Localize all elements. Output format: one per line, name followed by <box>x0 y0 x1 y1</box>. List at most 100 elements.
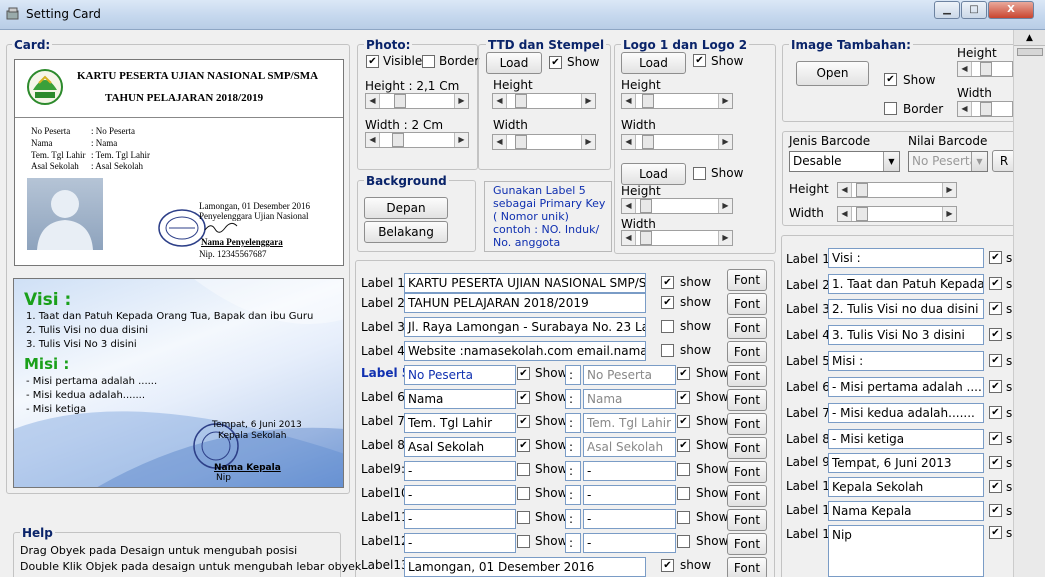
back-head-title[interactable]: Kepala Sekolah <box>218 431 286 441</box>
front-pair-font-button[interactable]: Font <box>727 485 767 507</box>
logo2-width-slider[interactable]: ◀ ▶ <box>621 230 733 246</box>
front-label-input[interactable]: TAHUN PELAJARAN 2018/2019 <box>404 293 646 313</box>
field-value[interactable]: : Tem. Tgl Lahir <box>91 150 150 160</box>
front-pair-separator[interactable]: : <box>565 509 581 529</box>
front-pair-show-checkbox[interactable] <box>517 463 530 476</box>
card-header-line1[interactable]: KARTU PESERTA UJIAN NASIONAL SMP/SMA <box>77 70 318 82</box>
back-label-input[interactable]: - Misi kedua adalah....... <box>828 403 984 423</box>
ttd-load-button[interactable]: Load <box>486 52 542 74</box>
field-value[interactable]: : Nama <box>91 138 117 148</box>
background-front-button[interactable]: Depan <box>364 197 448 219</box>
scroll-thumb[interactable] <box>1017 48 1043 56</box>
ttd-height-slider[interactable]: ◀ ▶ <box>492 93 596 109</box>
logo2-show-checkbox[interactable] <box>693 167 706 180</box>
front-label-show-checkbox[interactable]: ✔ <box>661 276 674 289</box>
front-pair-input[interactable]: - <box>404 509 516 529</box>
back-label-show-checkbox[interactable]: ✔ <box>989 251 1002 264</box>
front-label-input[interactable]: Lamongan, 01 Desember 2016 <box>404 557 646 577</box>
front-label-input[interactable]: KARTU PESERTA UJIAN NASIONAL SMP/SM <box>404 273 646 293</box>
field-value[interactable]: : Asal Sekolah <box>91 161 143 171</box>
photo-height-slider[interactable]: ◀ ▶ <box>365 93 469 109</box>
front-pair-font-button[interactable]: Font <box>727 365 767 387</box>
image-extra-border-checkbox[interactable] <box>884 102 897 115</box>
background-back-button[interactable]: Belakang <box>364 221 448 243</box>
front-pair-value-show-checkbox[interactable]: ✔ <box>677 415 690 428</box>
visi-item[interactable]: 2. Tulis Visi no dua disini <box>26 325 148 336</box>
close-button[interactable]: X <box>988 1 1034 19</box>
logo1-load-button[interactable]: Load <box>621 52 686 74</box>
card-front-preview[interactable]: KARTU PESERTA UJIAN NASIONAL SMP/SMA TAH… <box>14 59 344 266</box>
back-head-nip[interactable]: Nip <box>216 473 231 483</box>
front-label-input[interactable]: Website :namasekolah.com email.namaseko <box>404 341 646 361</box>
front-label-show-checkbox[interactable] <box>661 344 674 357</box>
field-label[interactable]: Tem. Tgl Lahir <box>31 150 85 160</box>
back-label-show-checkbox[interactable]: ✔ <box>989 277 1002 290</box>
logo1-height-slider[interactable]: ◀ ▶ <box>621 93 733 109</box>
image-extra-width-slider[interactable]: ◀ <box>957 101 1013 117</box>
back-label-input[interactable]: 2. Tulis Visi no dua disini <box>828 299 984 319</box>
image-extra-height-slider[interactable]: ◀ <box>957 61 1013 77</box>
back-label-input[interactable]: Tempat, 6 Juni 2013 <box>828 453 984 473</box>
back-label-input[interactable]: 3. Tulis Visi No 3 disini <box>828 325 984 345</box>
back-label-show-checkbox[interactable]: ✔ <box>989 432 1002 445</box>
field-value[interactable]: : No Peserta <box>91 126 135 136</box>
front-pair-value-input[interactable]: Asal Sekolah <box>583 437 676 457</box>
field-label[interactable]: Nama <box>31 138 53 148</box>
front-pair-show-checkbox[interactable]: ✔ <box>517 391 530 404</box>
field-label[interactable]: Asal Sekolah <box>31 161 79 171</box>
front-label-font-button[interactable]: Font <box>727 557 767 577</box>
front-pair-value-input[interactable]: - <box>583 533 676 553</box>
ttd-width-slider[interactable]: ◀ ▶ <box>492 134 596 150</box>
front-pair-separator[interactable]: : <box>565 365 581 385</box>
front-pair-show-checkbox[interactable]: ✔ <box>517 415 530 428</box>
back-label-show-checkbox[interactable]: ✔ <box>989 380 1002 393</box>
card-back-preview[interactable]: Visi : 1. Taat dan Patuh Kepada Orang Tu… <box>13 278 344 488</box>
front-pair-separator[interactable]: : <box>565 413 581 433</box>
front-label-show-checkbox[interactable]: ✔ <box>661 559 674 572</box>
barcode-width-slider[interactable]: ◀ ▶ <box>837 206 957 222</box>
front-pair-font-button[interactable]: Font <box>727 437 767 459</box>
misi-item[interactable]: - Misi ketiga <box>26 404 86 415</box>
front-pair-input[interactable]: Nama <box>404 389 516 409</box>
front-pair-separator[interactable]: : <box>565 389 581 409</box>
vertical-scrollbar[interactable]: ▲ <box>1013 30 1045 577</box>
front-pair-value-show-checkbox[interactable] <box>677 535 690 548</box>
front-pair-value-show-checkbox[interactable] <box>677 463 690 476</box>
scroll-up-arrow-icon[interactable]: ▲ <box>1014 30 1045 46</box>
front-pair-font-button[interactable]: Font <box>727 461 767 483</box>
card-organizer-name[interactable]: Nama Penyelenggara <box>201 237 283 247</box>
ttd-show-checkbox[interactable]: ✔ <box>549 56 562 69</box>
front-pair-value-show-checkbox[interactable]: ✔ <box>677 391 690 404</box>
front-label-show-checkbox[interactable]: ✔ <box>661 296 674 309</box>
front-pair-separator[interactable]: : <box>565 437 581 457</box>
photo-visible-checkbox[interactable]: ✔ <box>366 55 379 68</box>
logo2-load-button[interactable]: Load <box>621 163 686 185</box>
front-pair-separator[interactable]: : <box>565 533 581 553</box>
front-pair-font-button[interactable]: Font <box>727 389 767 411</box>
front-pair-input[interactable]: No Peserta <box>404 365 516 385</box>
back-place-date[interactable]: Tempat, 6 Juni 2013 <box>212 420 302 430</box>
visi-item[interactable]: 3. Tulis Visi No 3 disini <box>26 339 137 350</box>
maximize-button[interactable]: □ <box>961 1 987 19</box>
back-label-show-checkbox[interactable]: ✔ <box>989 526 1002 539</box>
front-pair-value-input[interactable]: - <box>583 485 676 505</box>
front-label-font-button[interactable]: Font <box>727 341 767 363</box>
back-label-input[interactable]: Visi : <box>828 248 984 268</box>
front-pair-value-input[interactable]: - <box>583 461 676 481</box>
front-pair-input[interactable]: - <box>404 533 516 553</box>
visi-item[interactable]: 1. Taat dan Patuh Kepada Orang Tua, Bapa… <box>26 311 313 322</box>
barcode-type-select[interactable]: Desable ▼ <box>789 151 900 172</box>
barcode-value-select[interactable]: No Peserta ▼ <box>908 151 988 172</box>
minimize-button[interactable]: ▁ <box>934 1 960 19</box>
front-pair-font-button[interactable]: Font <box>727 413 767 435</box>
back-label-show-checkbox[interactable]: ✔ <box>989 456 1002 469</box>
front-pair-value-show-checkbox[interactable] <box>677 511 690 524</box>
card-organizer-nip[interactable]: Nip. 12345567687 <box>199 249 267 259</box>
visi-title[interactable]: Visi : <box>24 290 71 310</box>
front-pair-value-show-checkbox[interactable] <box>677 487 690 500</box>
front-pair-value-input[interactable]: - <box>583 509 676 529</box>
front-pair-show-checkbox[interactable] <box>517 511 530 524</box>
back-label-input[interactable]: - Misi ketiga <box>828 429 984 449</box>
front-pair-input[interactable]: Tem. Tgl Lahir <box>404 413 516 433</box>
back-label-input[interactable]: - Misi pertama adalah ...... <box>828 377 984 397</box>
